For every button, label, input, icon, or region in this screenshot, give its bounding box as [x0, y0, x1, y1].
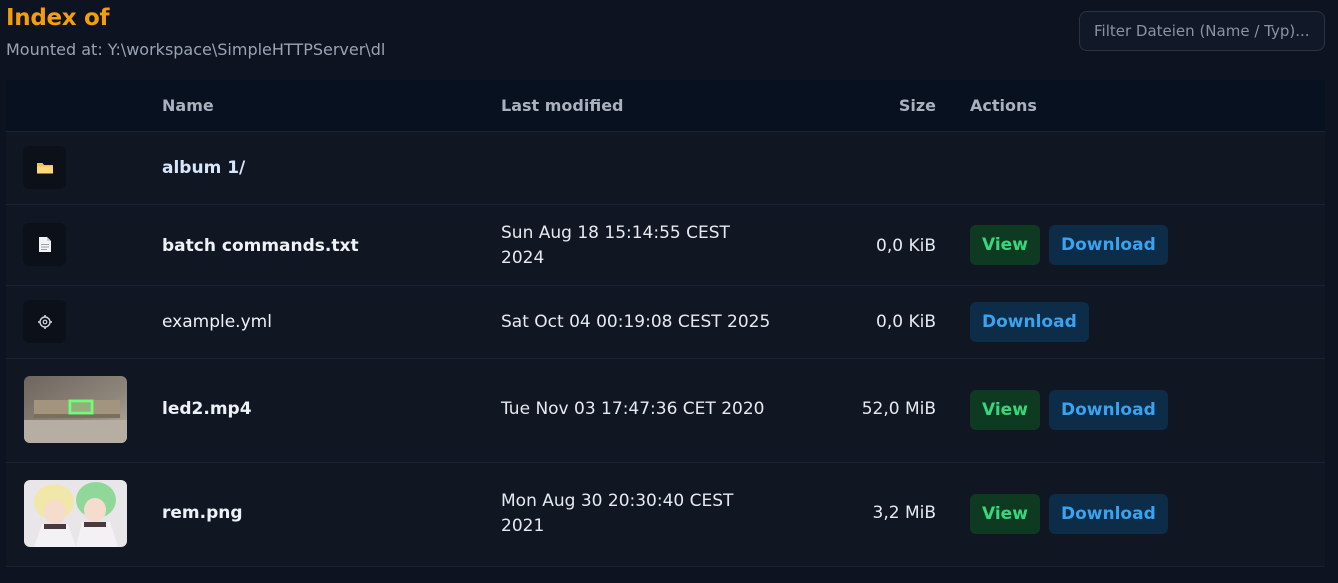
column-size[interactable]: Size — [899, 80, 936, 131]
file-size: 0,0 KiB — [876, 312, 936, 332]
download-button[interactable]: Download — [1049, 225, 1168, 265]
folder-icon — [23, 146, 66, 189]
page-title: Index of — [6, 5, 110, 31]
video-thumbnail[interactable] — [24, 376, 127, 443]
file-link[interactable]: album 1/ — [162, 158, 245, 178]
column-actions: Actions — [970, 96, 1037, 115]
last-modified: Tue Nov 03 17:47:36 CET 2020 — [501, 399, 765, 419]
column-name[interactable]: Name — [162, 80, 214, 131]
last-modified: Sun Aug 18 15:14:55 CEST 2024 — [501, 223, 730, 268]
table-row: rem.png Mon Aug 30 20:30:40 CEST 2021 3,… — [6, 463, 1325, 567]
document-icon — [23, 223, 66, 266]
file-link[interactable]: example.yml — [162, 312, 272, 332]
file-link[interactable]: led2.mp4 — [162, 399, 252, 419]
mount-path: Mounted at: Y:\workspace\SimpleHTTPServe… — [6, 40, 386, 59]
image-thumbnail[interactable] — [24, 480, 127, 547]
download-button[interactable]: Download — [1049, 494, 1168, 534]
table-row: led2.mp4 Tue Nov 03 17:47:36 CET 2020 52… — [6, 359, 1325, 463]
table-header: Name Last modified Size Actions — [6, 80, 1325, 132]
column-last-modified[interactable]: Last modified — [501, 80, 624, 131]
table-row: batch commands.txt Sun Aug 18 15:14:55 C… — [6, 205, 1325, 286]
download-button[interactable]: Download — [1049, 390, 1168, 430]
file-size: 52,0 MiB — [861, 399, 936, 419]
filter-input[interactable] — [1079, 11, 1325, 51]
last-modified: Sat Oct 04 00:19:08 CEST 2025 — [501, 312, 771, 332]
table-row: example.yml Sat Oct 04 00:19:08 CEST 202… — [6, 286, 1325, 359]
file-size: 0,0 KiB — [876, 236, 936, 256]
table-row: album 1/ — [6, 132, 1325, 205]
last-modified: Mon Aug 30 20:30:40 CEST 2021 — [501, 491, 734, 536]
view-button[interactable]: View — [970, 390, 1040, 430]
file-table: Name Last modified Size Actions album 1/… — [6, 80, 1325, 567]
gear-icon — [23, 300, 66, 343]
file-link[interactable]: batch commands.txt — [162, 236, 359, 256]
file-link[interactable]: rem.png — [162, 503, 243, 523]
file-size: 3,2 MiB — [872, 503, 937, 523]
view-button[interactable]: View — [970, 494, 1040, 534]
download-button[interactable]: Download — [970, 302, 1089, 342]
view-button[interactable]: View — [970, 225, 1040, 265]
